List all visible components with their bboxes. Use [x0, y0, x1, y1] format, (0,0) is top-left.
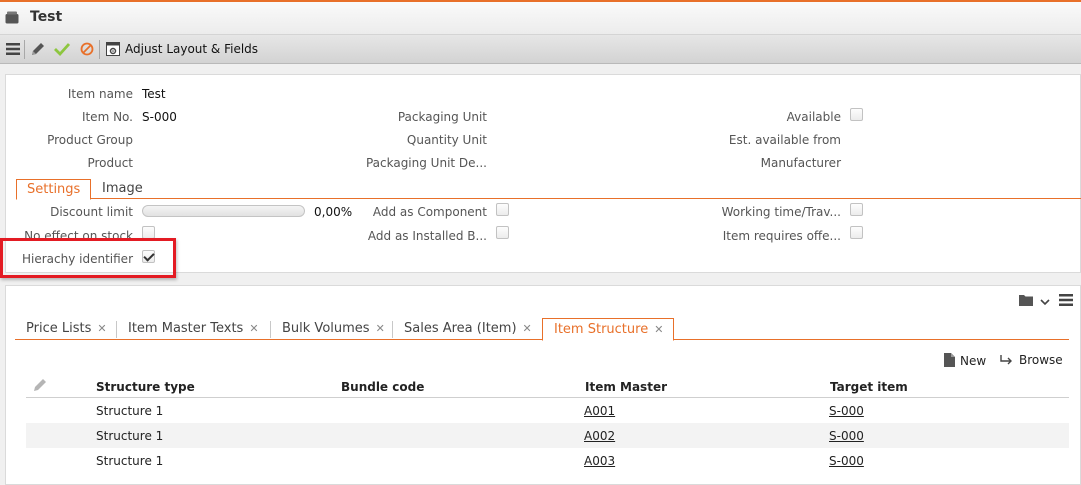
item-master-link[interactable]: A003 — [584, 454, 615, 468]
discount-limit-slider[interactable] — [142, 205, 305, 217]
folder-icon[interactable] — [1019, 294, 1033, 309]
product-label: Product — [87, 156, 133, 170]
column-header-structure-type[interactable]: Structure type — [96, 380, 195, 394]
target-item-link[interactable]: S-000 — [829, 454, 864, 468]
manufacturer-label: Manufacturer — [760, 156, 841, 170]
product-group-label: Product Group — [47, 133, 133, 147]
tab-settings[interactable]: Settings — [16, 179, 92, 200]
detail-tabs: Price Lists ✕ Item Master Texts ✕ Bulk Vol… — [15, 318, 1069, 341]
hierachy-identifier-label: Hierachy identifier — [22, 252, 133, 266]
item-name-label: Item name — [67, 87, 133, 101]
tab-label: Bulk Volumes — [282, 321, 370, 336]
menu-icon[interactable] — [1059, 294, 1073, 309]
title-bar: Test — [0, 0, 1081, 35]
tab-label: Sales Area (Item) — [404, 321, 517, 336]
browse-arrow-icon — [1000, 355, 1012, 365]
item-structure-panel: Price Lists ✕ Item Master Texts ✕ Bulk Vol… — [5, 285, 1081, 485]
add-as-component-label: Add as Component — [372, 205, 487, 219]
available-checkbox[interactable] — [850, 108, 863, 121]
item-requires-offer-label: Item requires offe... — [722, 229, 841, 243]
add-as-component-checkbox[interactable] — [496, 203, 509, 216]
tab-sales-area-item[interactable]: Sales Area (Item) ✕ — [393, 318, 542, 341]
column-header-bundle-code[interactable]: Bundle code — [341, 380, 424, 394]
edit-icon[interactable] — [30, 41, 46, 57]
table-row[interactable]: Structure 1 A002 S-000 — [26, 423, 1069, 448]
checkmark-icon[interactable] — [54, 41, 70, 57]
new-document-icon — [944, 353, 955, 367]
column-header-target-item[interactable]: Target item — [830, 380, 908, 394]
packaging-unit-de-label: Packaging Unit De... — [365, 156, 487, 170]
close-icon[interactable]: ✕ — [654, 323, 663, 336]
structure-type-cell: Structure 1 — [96, 404, 164, 418]
column-header-item-master[interactable]: Item Master — [585, 380, 667, 394]
add-as-installed-checkbox[interactable] — [496, 226, 509, 239]
structure-type-cell: Structure 1 — [96, 454, 164, 468]
structure-type-cell: Structure 1 — [96, 429, 164, 443]
item-no-label: Item No. — [81, 110, 133, 124]
available-label: Available — [786, 110, 841, 124]
chevron-down-icon[interactable] — [1040, 295, 1050, 309]
new-label: New — [960, 354, 987, 368]
est-available-from-label: Est. available from — [728, 133, 841, 147]
tab-label: Item Structure — [554, 322, 649, 337]
tab-label: Price Lists — [26, 321, 92, 336]
hierachy-identifier-checkbox[interactable] — [142, 250, 155, 263]
close-icon[interactable]: ✕ — [376, 322, 385, 335]
target-item-link[interactable]: S-000 — [829, 404, 864, 418]
form-tabs: Settings Image — [16, 179, 1081, 200]
tab-image[interactable]: Image — [92, 179, 153, 200]
close-icon[interactable]: ✕ — [249, 322, 258, 335]
tab-price-lists[interactable]: Price Lists ✕ — [15, 318, 117, 341]
browse-label: Browse — [1019, 353, 1063, 367]
layout-settings-icon[interactable] — [105, 41, 121, 57]
toolbar: Adjust Layout & Fields — [0, 35, 1081, 64]
tab-label: Item Master Texts — [128, 321, 244, 336]
discount-limit-label: Discount limit — [50, 205, 133, 219]
toolbar-separator — [99, 40, 100, 59]
tab-item-master-texts[interactable]: Item Master Texts ✕ — [117, 318, 269, 341]
toolbar-separator — [24, 40, 25, 59]
quantity-unit-label: Quantity Unit — [406, 133, 487, 147]
working-time-label: Working time/Trav... — [721, 205, 841, 219]
close-icon[interactable]: ✕ — [523, 322, 532, 335]
browse-button[interactable]: Browse — [1000, 353, 1063, 367]
table-row[interactable]: Structure 1 A001 S-000 — [26, 398, 1069, 423]
add-as-installed-label: Add as Installed B... — [367, 229, 487, 243]
table-header: Structure type Bundle code Item Master T… — [26, 376, 1069, 398]
edit-icon — [32, 377, 48, 396]
item-name-value[interactable]: Test — [142, 87, 166, 101]
table-row[interactable]: Structure 1 A003 S-000 — [26, 448, 1069, 473]
target-item-link[interactable]: S-000 — [829, 429, 864, 443]
page-title: Test — [30, 9, 63, 25]
menu-icon[interactable] — [5, 41, 21, 57]
working-time-checkbox[interactable] — [850, 203, 863, 216]
cancel-icon[interactable] — [79, 41, 95, 57]
no-effect-on-stock-checkbox[interactable] — [142, 226, 155, 239]
item-master-link[interactable]: A001 — [584, 404, 615, 418]
packaging-unit-label: Packaging Unit — [397, 110, 487, 124]
item-master-link[interactable]: A002 — [584, 429, 615, 443]
new-button[interactable]: New — [944, 353, 986, 368]
tab-bulk-volumes[interactable]: Bulk Volumes ✕ — [271, 318, 395, 341]
item-form: Item name Test Item No. S-000 Product Gr… — [5, 74, 1081, 273]
item-no-value[interactable]: S-000 — [142, 110, 177, 124]
item-requires-offer-checkbox[interactable] — [850, 226, 863, 239]
adjust-layout-button[interactable]: Adjust Layout & Fields — [125, 42, 258, 56]
discount-limit-value: 0,00% — [314, 205, 353, 219]
no-effect-on-stock-label: No effect on stock — [24, 229, 133, 243]
close-icon[interactable]: ✕ — [97, 322, 106, 335]
tab-item-structure[interactable]: Item Structure ✕ — [542, 318, 675, 341]
window-icon — [5, 11, 19, 24]
